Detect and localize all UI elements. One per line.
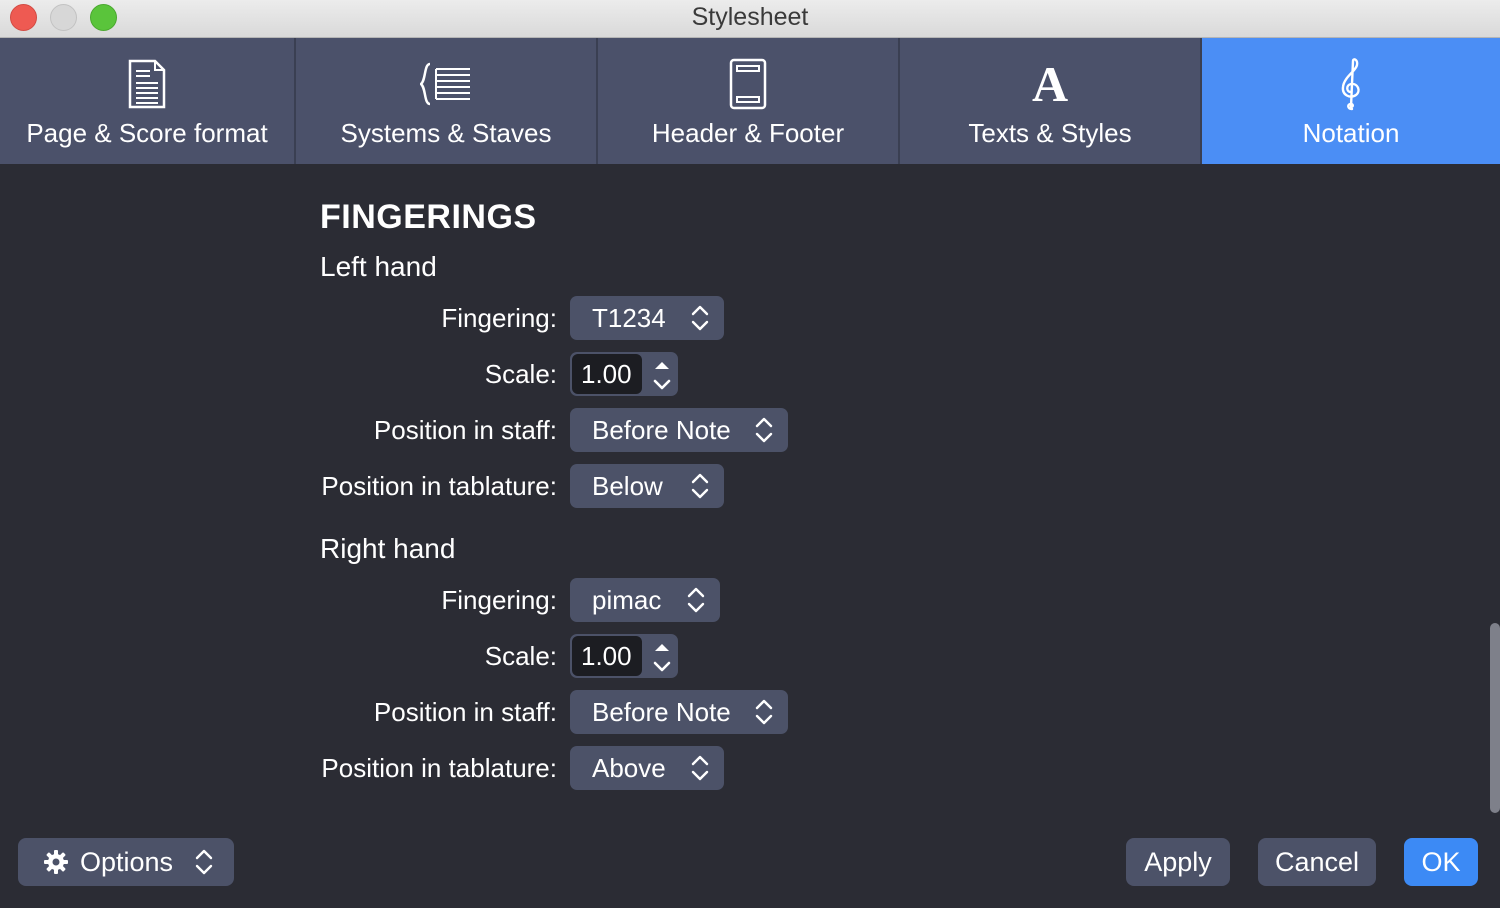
left-fingering-label: Fingering: [441,303,557,333]
text-a-icon: A [1031,56,1069,112]
tab-label: Texts & Styles [968,118,1132,148]
right-hand-heading: Right hand [320,533,456,564]
systems-icon [296,58,596,110]
tab-systems-staves[interactable]: Systems & Staves [296,38,598,164]
left-hand-heading: Left hand [320,251,437,282]
left-position-tab-label: Position in tablature: [321,471,557,501]
right-scale-label: Scale: [484,641,557,671]
popup-value: Below [592,471,663,501]
apply-button[interactable]: Apply [1126,838,1230,886]
popup-value: Before Note [592,697,731,727]
window-title: Stylesheet [691,3,809,31]
header-footer-icon [598,58,898,110]
left-scale-label: Scale: [484,359,557,389]
vertical-scrollbar[interactable] [1490,623,1500,813]
tab-texts-styles[interactable]: A Texts & Styles [900,38,1202,164]
page-icon [0,58,294,110]
options-label: Options [80,847,174,877]
left-scale-stepper: 1.00 [570,352,678,396]
left-position-staff-popup[interactable]: Before Note [570,408,788,452]
right-position-tab-label: Position in tablature: [321,753,557,783]
chevron-updown-icon [691,305,709,331]
tab-label: Header & Footer [651,118,845,148]
treble-clef-icon [1202,58,1500,111]
stepper-arrows-icon[interactable] [648,636,676,676]
section-title: FINGERINGS [320,198,537,236]
right-position-staff-label: Position in staff: [373,697,557,727]
chevron-updown-icon [755,699,773,725]
stepper-arrows-icon[interactable] [648,354,676,394]
popup-value: T1234 [592,303,666,333]
tab-header-footer[interactable]: Header & Footer [598,38,900,164]
left-fingering-popup[interactable]: T1234 [570,296,724,340]
title-bar: Stylesheet [0,0,1500,38]
cancel-button[interactable]: Cancel [1258,838,1376,886]
left-position-tab-popup[interactable]: Below [570,464,724,508]
right-fingering-popup[interactable]: pimac [570,578,720,622]
right-position-staff-popup[interactable]: Before Note [570,690,788,734]
chevron-updown-icon [691,755,709,781]
chevron-updown-icon [195,849,213,875]
popup-value: pimac [592,585,662,615]
popup-value: Above [592,753,666,783]
right-position-tab-popup[interactable]: Above [570,746,724,790]
tab-label: Notation [1302,118,1400,148]
popup-value: Before Note [592,415,731,445]
tab-label: Systems & Staves [340,118,552,148]
left-position-staff-label: Position in staff: [373,415,557,445]
right-scale-stepper: 1.00 [570,634,678,678]
right-scale-input[interactable]: 1.00 [572,636,642,676]
chevron-updown-icon [755,417,773,443]
right-fingering-label: Fingering: [441,585,557,615]
options-button[interactable]: Options [18,838,234,886]
tab-label: Page & Score format [26,118,268,148]
tab-page-score-format[interactable]: Page & Score format [0,38,296,164]
gear-icon [44,850,68,874]
left-scale-input[interactable]: 1.00 [572,354,642,394]
ok-button[interactable]: OK [1404,838,1478,886]
chevron-updown-icon [691,473,709,499]
tab-bar: Page & Score format Systems & Staves Hea… [0,38,1500,164]
chevron-updown-icon [687,587,705,613]
tab-notation[interactable]: Notation [1202,38,1500,164]
